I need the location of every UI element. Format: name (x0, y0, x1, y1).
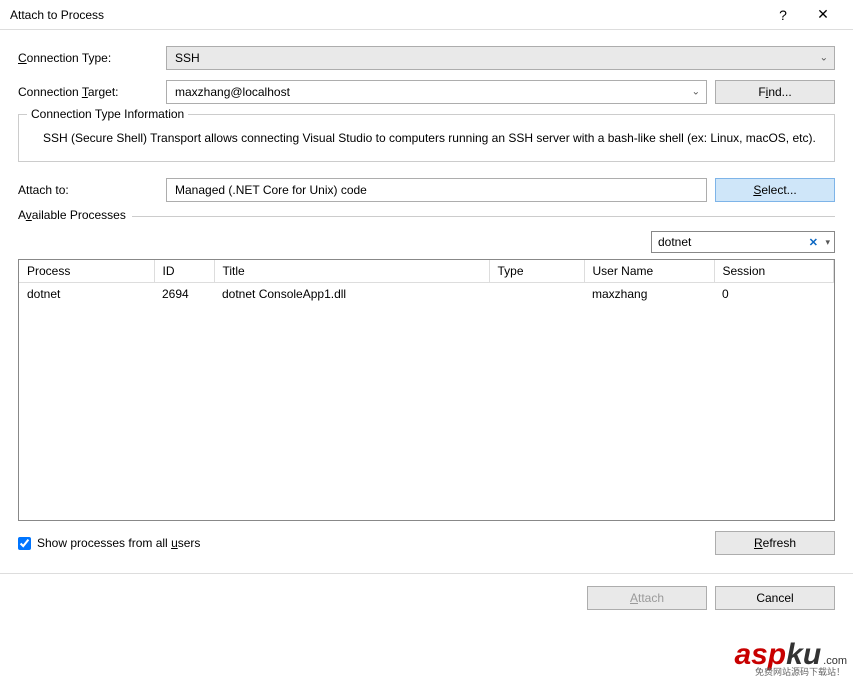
show-all-users-checkbox[interactable]: Show processes from all users (18, 536, 200, 550)
connection-type-combo[interactable]: SSH ⌄ (166, 46, 835, 70)
info-legend: Connection Type Information (27, 107, 188, 121)
connection-target-label: Connection Target: (18, 85, 158, 99)
clear-filter-icon[interactable]: ✕ (809, 236, 818, 249)
cell-process: dotnet (19, 283, 154, 306)
cell-id: 2694 (154, 283, 214, 306)
bottom-controls: Show processes from all users Refresh (18, 531, 835, 555)
connection-target-value: maxzhang@localhost (175, 85, 290, 99)
connection-target-row: Connection Target: maxzhang@localhost ⌄ … (18, 80, 835, 104)
titlebar: Attach to Process ? ✕ (0, 0, 853, 30)
chevron-down-icon: ⌄ (692, 87, 700, 98)
col-session[interactable]: Session (714, 260, 834, 283)
table-header-row: Process ID Title Type User Name Session (19, 260, 834, 283)
available-processes-label: Available Processes (18, 208, 132, 222)
dialog-buttons: Attach Cancel (0, 574, 853, 622)
info-body: SSH (Secure Shell) Transport allows conn… (33, 129, 820, 147)
col-process[interactable]: Process (19, 260, 154, 283)
cancel-button[interactable]: Cancel (715, 586, 835, 610)
filter-input[interactable]: dotnet ✕ ▾ (651, 231, 835, 253)
attach-to-row: Attach to: Managed (.NET Core for Unix) … (18, 178, 835, 202)
connection-type-label: Connection Type: (18, 51, 158, 65)
chevron-down-icon[interactable]: ▾ (825, 237, 830, 248)
col-id[interactable]: ID (154, 260, 214, 283)
table-row[interactable]: dotnet 2694 dotnet ConsoleApp1.dll maxzh… (19, 283, 834, 306)
select-button[interactable]: Select... (715, 178, 835, 202)
attach-to-label: Attach to: (18, 183, 158, 197)
find-button[interactable]: Find... (715, 80, 835, 104)
titlebar-controls: ? ✕ (763, 1, 843, 29)
filter-row: dotnet ✕ ▾ (18, 231, 835, 253)
connection-type-row: Connection Type: SSH ⌄ (18, 46, 835, 70)
connection-type-value: SSH (175, 51, 200, 65)
help-icon[interactable]: ? (763, 1, 803, 29)
show-all-users-label: Show processes from all users (37, 536, 200, 550)
cell-session: 0 (714, 283, 834, 306)
attach-button[interactable]: Attach (587, 586, 707, 610)
dialog-content: Connection Type: SSH ⌄ Connection Target… (0, 30, 853, 574)
connection-target-combo[interactable]: maxzhang@localhost ⌄ (166, 80, 707, 104)
col-user[interactable]: User Name (584, 260, 714, 283)
close-icon[interactable]: ✕ (803, 1, 843, 29)
show-all-users-input[interactable] (18, 537, 31, 550)
watermark-sub: 免费网站源码下载站！ (755, 665, 845, 678)
chevron-down-icon: ⌄ (820, 53, 828, 64)
col-type[interactable]: Type (489, 260, 584, 283)
attach-to-value: Managed (.NET Core for Unix) code (166, 178, 707, 202)
refresh-button[interactable]: Refresh (715, 531, 835, 555)
cell-type (489, 283, 584, 306)
col-title[interactable]: Title (214, 260, 489, 283)
process-table[interactable]: Process ID Title Type User Name Session … (18, 259, 835, 521)
available-processes-section: Available Processes dotnet ✕ ▾ Process I… (18, 216, 835, 555)
section-separator: Available Processes (18, 216, 835, 217)
connection-type-info-box: Connection Type Information SSH (Secure … (18, 114, 835, 162)
dialog-title: Attach to Process (10, 8, 104, 22)
cell-user: maxzhang (584, 283, 714, 306)
cell-title: dotnet ConsoleApp1.dll (214, 283, 489, 306)
filter-value: dotnet (658, 235, 691, 249)
